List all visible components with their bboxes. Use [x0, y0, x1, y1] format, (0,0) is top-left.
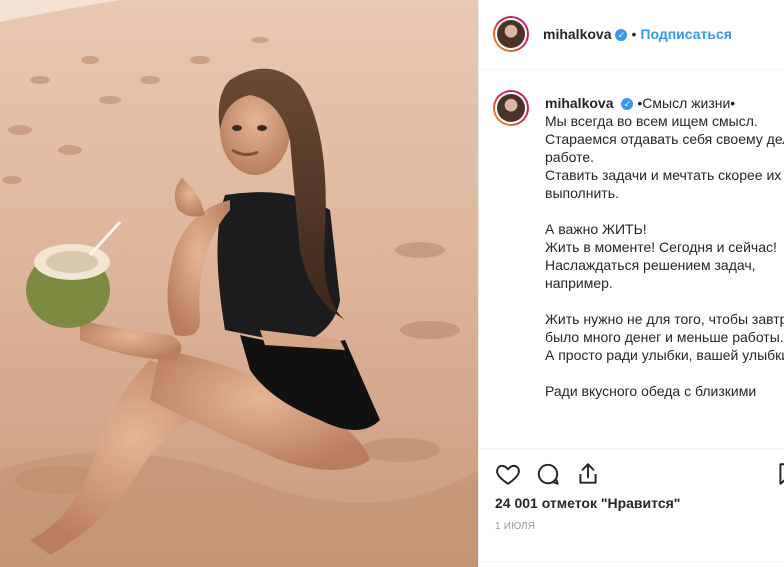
post-side-panel: mihalkova ✓ • Подписаться mihalkova ✓ •Смысл… — [478, 0, 784, 567]
caption-avatar[interactable] — [493, 90, 529, 126]
caption-title: •Смысл жизни• — [637, 95, 736, 111]
verified-badge-icon: ✓ — [621, 98, 634, 111]
post-date[interactable]: 1 ИЮЛЯ — [495, 521, 535, 532]
heart-icon[interactable] — [495, 461, 521, 487]
post-caption: mihalkova ✓ •Смысл жизни• Мы всегда во вс… — [545, 94, 784, 400]
post-photo[interactable] — [0, 0, 478, 567]
bookmark-icon[interactable] — [775, 461, 784, 487]
comment-input-divider — [479, 561, 784, 567]
follow-button[interactable]: Подписаться — [640, 26, 732, 42]
username-link[interactable]: mihalkova — [543, 26, 611, 42]
header-user-line: mihalkova ✓ • Подписаться — [543, 26, 732, 42]
caption-username-link[interactable]: mihalkova — [545, 95, 613, 111]
post-header: mihalkova ✓ • Подписаться — [479, 0, 784, 70]
beach-photo-image — [0, 0, 478, 567]
verified-badge-icon: ✓ — [615, 29, 628, 42]
post-actions: 24 001 отметок "Нравится" 1 ИЮЛЯ — [479, 448, 784, 567]
separator-dot: • — [631, 26, 637, 42]
comment-icon[interactable] — [535, 461, 561, 487]
share-icon[interactable] — [575, 461, 601, 487]
caption-area[interactable]: mihalkova ✓ •Смысл жизни• Мы всегда во вс… — [479, 70, 784, 448]
likes-count[interactable]: 24 001 отметок "Нравится" — [495, 495, 680, 511]
avatar[interactable] — [493, 16, 529, 52]
caption-body: Мы всегда во всем ищем смысл. Стараемся … — [545, 113, 784, 399]
